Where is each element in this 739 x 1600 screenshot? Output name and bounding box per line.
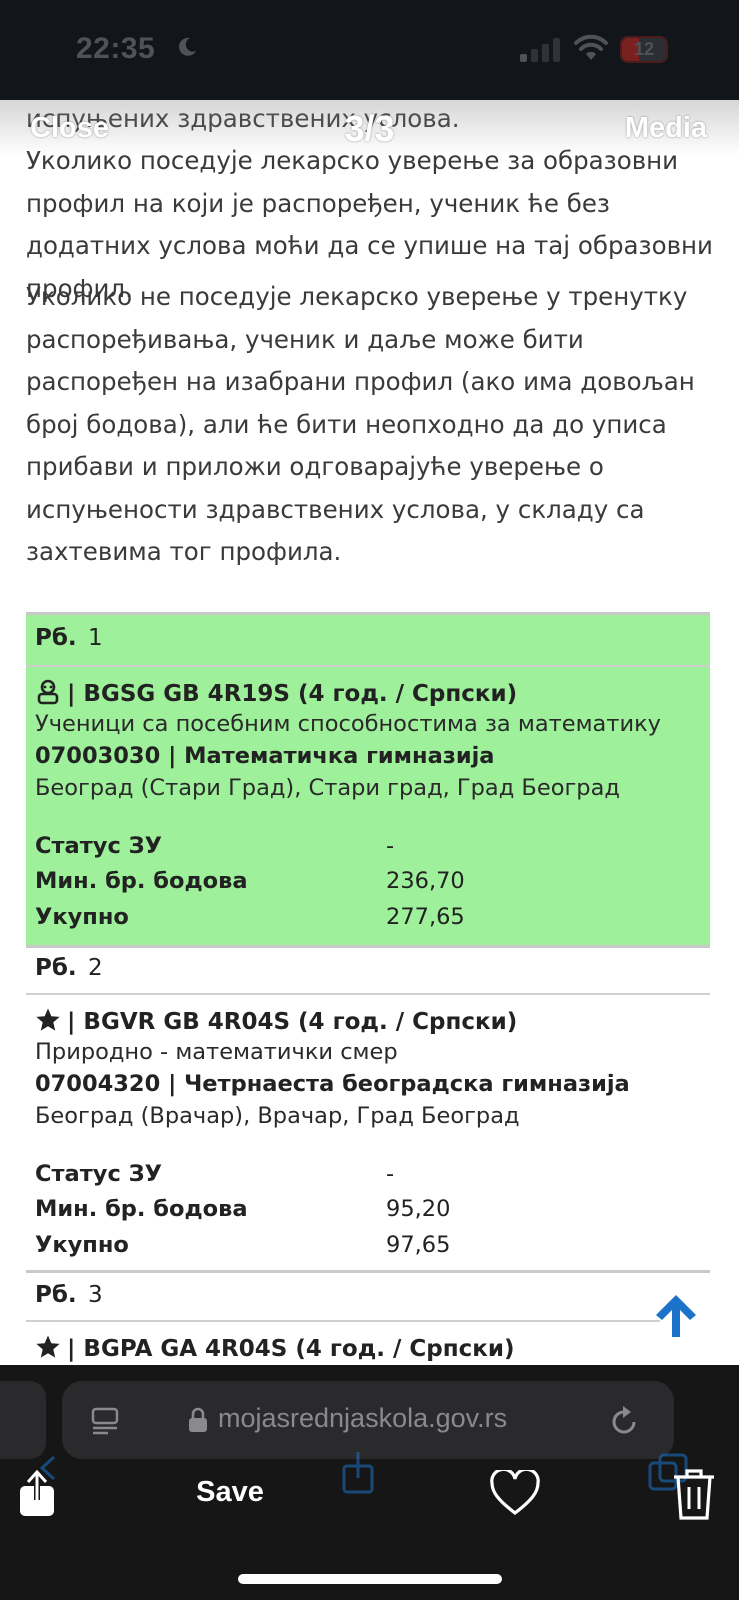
min-points-value: 236,70 [386,868,465,894]
program-subtitle: Природно - математички смер [35,1039,398,1065]
status-bar: 22:35 12 [0,0,739,100]
trash-icon[interactable] [672,1467,716,1521]
total-value: 277,65 [386,904,465,930]
favorite-heart-icon[interactable] [490,1470,540,1516]
reload-icon [612,1406,636,1434]
special-student-icon [37,679,59,705]
program-title: | BGSG GB 4R19S (4 год. / Српски) [67,681,518,707]
status-zu-value: - [386,833,395,859]
previous-tab-preview [0,1381,46,1459]
status-zu-label: Статус ЗУ [35,833,162,859]
clock-time: 22:35 [76,32,156,65]
status-zu-label: Статус ЗУ [35,1161,162,1187]
scroll-to-top-arrow-icon[interactable] [654,1293,698,1339]
school-entry-1: Рб. 1 | BGSG GB 4R19S (4 год. / Српски) … [26,612,710,948]
star-icon [36,1008,60,1031]
reader-mode-icon [91,1407,119,1435]
battery-level: 12 [633,39,655,59]
min-points-label: Мин. бр. бодова [35,868,248,894]
rb-label: Рб. [35,1282,77,1308]
school-entry-3: Рб. 3 | BGPA GA 4R04S (4 год. / Српски) [26,1272,710,1365]
rb-label: Рб. [35,955,77,981]
screen: 22:35 12 испуњених здравствених услова. … [0,0,739,1600]
battery-icon: 12 [620,36,668,63]
school-code-name: 07003030 | Математичка гимназија [35,743,495,769]
total-label: Укупно [35,904,129,930]
school-location: Београд (Врачар), Врачар, Град Београд [35,1103,520,1129]
program-title: | BGPA GA 4R04S (4 год. / Српски) [67,1336,515,1362]
rb-label: Рб. [35,625,77,651]
status-zu-value: - [386,1161,395,1187]
total-label: Укупно [35,1232,129,1258]
school-code-name: 07004320 | Четрнаеста београдска гимнази… [35,1071,630,1097]
url-text: mojasrednjaskola.gov.rs [218,1403,508,1433]
rb-number: 2 [88,955,103,981]
lock-icon [189,1407,207,1432]
min-points-label: Мин. бр. бодова [35,1196,248,1222]
paragraph-no-certificate: Уколико не поседује лекарско уверење у т… [26,282,695,566]
do-not-disturb-moon-icon [179,37,196,56]
star-icon [36,1335,60,1358]
program-title: | BGVR GB 4R04S (4 год. / Српски) [67,1009,518,1035]
school-entry-2: Рб. 2 | BGVR GB 4R04S (4 год. / Српски) … [26,945,710,1295]
total-value: 97,65 [386,1232,451,1258]
home-indicator[interactable] [238,1574,502,1584]
web-page-content: испуњених здравствених услова. Уколико п… [0,100,739,1365]
cellular-signal-icon [520,38,560,62]
program-subtitle: Ученици са посебним способностима за мат… [35,711,661,737]
school-location: Београд (Стари Град), Стари град, Град Б… [35,775,620,801]
address-bar: mojasrednjaskola.gov.rs [62,1381,674,1459]
media-button[interactable]: Media [625,112,707,145]
wifi-icon [574,34,608,60]
save-button[interactable]: Save [0,1476,460,1509]
rb-number: 3 [88,1282,103,1308]
min-points-value: 95,20 [386,1196,451,1222]
rb-number: 1 [88,625,103,651]
